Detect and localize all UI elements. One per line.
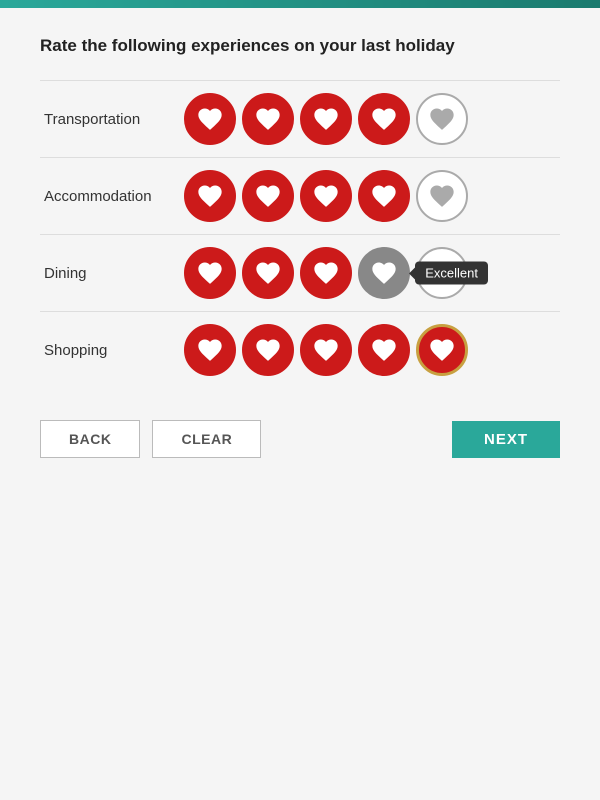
heart-btn-transportation-2[interactable]: [242, 93, 294, 145]
heart-btn-shopping-2[interactable]: [242, 324, 294, 376]
table-row: Transportation: [40, 81, 560, 158]
heart-btn-shopping-3[interactable]: [300, 324, 352, 376]
label-shopping: Shopping: [40, 312, 180, 389]
main-content: Rate the following experiences on your l…: [0, 8, 600, 478]
next-button[interactable]: NEXT: [452, 421, 560, 458]
heart-btn-transportation-4[interactable]: [358, 93, 410, 145]
heart-btn-accommodation-1[interactable]: [184, 170, 236, 222]
label-accommodation: Accommodation: [40, 158, 180, 235]
heart-btn-shopping-4[interactable]: [358, 324, 410, 376]
hearts-accommodation: [184, 170, 556, 222]
hearts-dining: Excellent: [184, 247, 556, 299]
tooltip-wrapper-dining-4: Excellent: [358, 247, 410, 299]
heart-btn-accommodation-2[interactable]: [242, 170, 294, 222]
label-transportation: Transportation: [40, 81, 180, 158]
heart-btn-dining-2[interactable]: [242, 247, 294, 299]
heart-btn-shopping-1[interactable]: [184, 324, 236, 376]
heart-btn-transportation-5[interactable]: [416, 93, 468, 145]
label-dining: Dining: [40, 235, 180, 312]
heart-btn-accommodation-3[interactable]: [300, 170, 352, 222]
back-button[interactable]: BACK: [40, 420, 140, 458]
table-row: Accommodation: [40, 158, 560, 235]
hearts-transportation: [184, 93, 556, 145]
rating-table: Transportation Accommodation Dining: [40, 80, 560, 388]
clear-button[interactable]: CLEAR: [152, 420, 261, 458]
heart-btn-transportation-1[interactable]: [184, 93, 236, 145]
heart-btn-dining-4[interactable]: [358, 247, 410, 299]
heart-btn-transportation-3[interactable]: [300, 93, 352, 145]
table-row: Dining Excellent: [40, 235, 560, 312]
question-title: Rate the following experiences on your l…: [40, 36, 560, 56]
tooltip-excellent: Excellent: [415, 262, 488, 285]
heart-btn-accommodation-4[interactable]: [358, 170, 410, 222]
buttons-row: BACK CLEAR NEXT: [40, 420, 560, 458]
heart-btn-shopping-5[interactable]: [416, 324, 468, 376]
table-row: Shopping: [40, 312, 560, 389]
hearts-shopping: [184, 324, 556, 376]
heart-btn-dining-3[interactable]: [300, 247, 352, 299]
heart-btn-accommodation-5[interactable]: [416, 170, 468, 222]
top-bar: [0, 0, 600, 8]
heart-btn-dining-1[interactable]: [184, 247, 236, 299]
